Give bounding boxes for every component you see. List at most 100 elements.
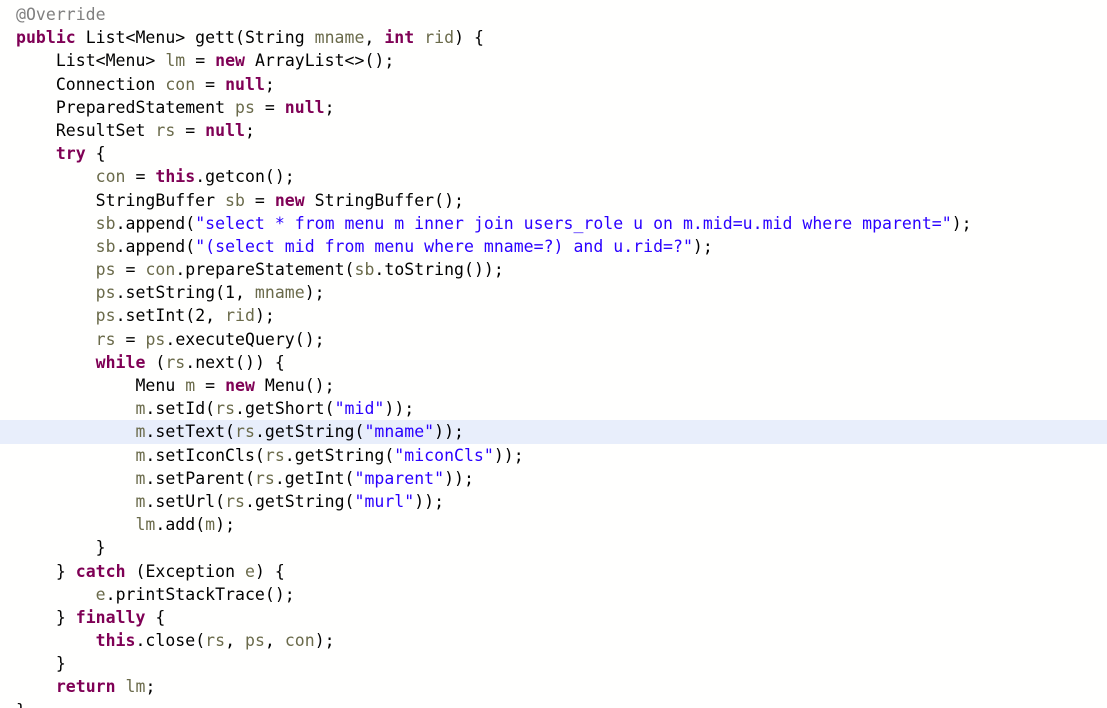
code-line[interactable]: }	[0, 652, 1107, 675]
code-line[interactable]: try {	[0, 142, 1107, 165]
code-token-var: m	[135, 422, 146, 442]
code-line[interactable]: lm.add(m);	[0, 513, 1107, 536]
code-token-plain: .setText(	[145, 422, 236, 442]
code-token-plain: ,	[225, 631, 245, 651]
code-token-plain: =	[195, 376, 226, 395]
code-line[interactable]: Menu m = new Menu();	[0, 374, 1107, 397]
code-token-plain: );	[304, 283, 325, 303]
code-token-plain: {	[85, 144, 106, 164]
code-line[interactable]: }	[0, 536, 1107, 559]
code-line[interactable]: m.setUrl(rs.getString("murl"));	[0, 490, 1107, 513]
code-token-str: "miconCls"	[394, 445, 494, 465]
code-token-var: m	[205, 515, 216, 535]
code-token-plain: .getString(	[244, 491, 355, 511]
code-token-kw: finally	[75, 607, 146, 627]
code-line[interactable]: this.close(rs, ps, con);	[0, 629, 1107, 652]
code-token-plain: ,	[364, 28, 385, 48]
code-token-var: m	[135, 445, 146, 465]
code-token-var: rs	[254, 468, 275, 488]
code-token-str: "select * from menu m inner join users_r…	[195, 213, 952, 233]
code-token-var: ps	[235, 97, 255, 117]
code-line[interactable]: List<Menu> lm = new ArrayList<>();	[0, 49, 1107, 72]
code-line[interactable]: while (rs.next()) {	[0, 351, 1107, 374]
code-token-str: "mid"	[334, 399, 385, 419]
code-token-plain: ;	[245, 120, 255, 140]
code-token-kw: null	[205, 120, 245, 140]
code-token-var: con	[165, 74, 196, 94]
code-line[interactable]: m.setId(rs.getShort("mid"));	[0, 397, 1107, 420]
code-token-str: "(select mid from menu where mname=?) an…	[195, 236, 693, 256]
code-line[interactable]: PreparedStatement ps = null;	[0, 96, 1107, 119]
code-token-plain: .next()) {	[185, 352, 285, 372]
code-lines-container[interactable]: @Override public List<Menu> gett(String m…	[0, 0, 1107, 708]
code-line[interactable]: } finally {	[0, 606, 1107, 629]
code-line[interactable]: @Override	[0, 3, 1107, 26]
code-token-plain: StringBuffer	[95, 190, 226, 210]
code-line[interactable]: public List<Menu> gett(String mname, int…	[0, 26, 1107, 49]
code-line[interactable]: } catch (Exception e) {	[0, 560, 1107, 583]
code-line[interactable]: ps.setString(1, mname);	[0, 281, 1107, 304]
code-token-plain: (	[145, 352, 166, 372]
code-token-plain: }	[55, 561, 76, 581]
code-editor-view[interactable]: @Override public List<Menu> gett(String m…	[0, 0, 1107, 708]
code-line-current[interactable]: m.setText(rs.getString("mname"));	[0, 420, 1107, 444]
code-token-plain: .setId(	[145, 399, 216, 419]
code-line[interactable]: sb.append("(select mid from menu where m…	[0, 235, 1107, 258]
code-line[interactable]: return lm;	[0, 675, 1107, 698]
code-line[interactable]: }	[0, 699, 1107, 708]
code-line[interactable]: m.setIconCls(rs.getString("miconCls"));	[0, 444, 1107, 467]
code-token-plain: =	[115, 329, 146, 349]
code-token-plain: List<Menu> gett(String	[75, 28, 315, 48]
code-token-plain: );	[951, 213, 972, 233]
code-token-var: ps	[95, 283, 116, 303]
code-line[interactable]: ps.setInt(2, rid);	[0, 304, 1107, 327]
code-line[interactable]: sb.append("select * from menu m inner jo…	[0, 212, 1107, 235]
code-token-plain: =	[195, 74, 226, 94]
code-token-plain: PreparedStatement	[55, 97, 235, 117]
code-line[interactable]: m.setParent(rs.getInt("mparent"));	[0, 467, 1107, 490]
code-token-plain: ) {	[454, 28, 484, 48]
code-token-str: "murl"	[354, 491, 415, 511]
code-token-plain: ));	[444, 468, 474, 488]
code-token-kw: while	[95, 352, 146, 372]
code-token-var: ps	[95, 306, 116, 326]
code-token-kw: null	[225, 74, 265, 94]
code-line[interactable]: e.printStackTrace();	[0, 583, 1107, 606]
code-token-plain: );	[314, 631, 335, 651]
code-token-plain: =	[254, 97, 285, 117]
code-token-plain: .setString(1,	[115, 283, 255, 303]
code-token-var: sb	[354, 260, 375, 280]
code-line[interactable]: con = this.getcon();	[0, 165, 1107, 188]
code-token-kw: new	[225, 376, 255, 395]
code-token-plain: .printStackTrace();	[105, 584, 295, 604]
code-line[interactable]: ps = con.prepareStatement(sb.toString())…	[0, 258, 1107, 281]
code-line[interactable]: rs = ps.executeQuery();	[0, 328, 1107, 351]
code-token-plain: ResultSet	[55, 120, 156, 140]
code-token-plain: );	[692, 236, 713, 256]
code-token-plain: ArrayList<>();	[245, 51, 395, 71]
code-token-plain: .getInt(	[274, 468, 355, 488]
code-line[interactable]: ResultSet rs = null;	[0, 119, 1107, 142]
code-token-var: rid	[225, 306, 255, 326]
code-token-var: rs	[235, 422, 255, 442]
code-token-var: ps	[95, 260, 116, 280]
code-token-var: mname	[314, 28, 365, 48]
code-token-var: con	[95, 167, 126, 187]
code-line[interactable]: StringBuffer sb = new StringBuffer();	[0, 189, 1107, 212]
code-token-plain: .getShort(	[235, 399, 335, 419]
code-line[interactable]: Connection con = null;	[0, 73, 1107, 96]
